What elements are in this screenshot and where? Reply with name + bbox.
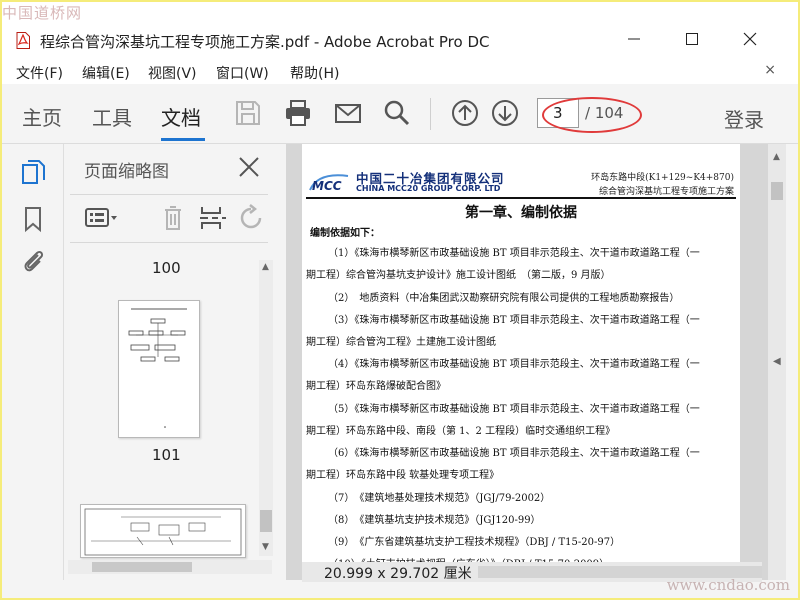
menu-help[interactable]: 帮助(H): [290, 63, 339, 83]
logo-text: MCC: [312, 179, 342, 193]
search-icon[interactable]: [382, 98, 412, 128]
document-line: （1）《珠海市横琴新区市政基础设施 BT 项目非示范段主、次干道市政道路工程（一: [328, 248, 700, 259]
thumbnail-page[interactable]: [80, 504, 246, 558]
prev-page-icon[interactable]: [450, 98, 480, 128]
document-line: 期工程）综合管沟基坑支护设计》施工设计图纸 （第二版，9 月版）: [306, 270, 611, 281]
active-tab-indicator: [161, 138, 205, 141]
document-line: （9） 《广东省建筑基坑支护工程技术规程》（DBJ / T15-20-97）: [328, 537, 621, 548]
document-line: （4）《珠海市横琴新区市政基础设施 BT 项目非示范段主、次干道市政道路工程（一: [328, 359, 700, 370]
tab-document[interactable]: 文档: [161, 102, 201, 131]
document-page: MCC 中国二十冶集团有限公司 CHINA MCC20 GROUP CORP. …: [302, 144, 740, 580]
thumbnail-panel: 页面缩略图 100 101 ▲ ▼: [64, 144, 280, 580]
main-toolbar: 主页 工具 文档 3 / 104 登录: [2, 84, 798, 144]
document-line: （7） 《建筑地基处理技术规范》（JGJ/79-2002）: [328, 493, 551, 504]
scroll-down-arrow[interactable]: ▼: [262, 542, 269, 552]
thumbnail-page[interactable]: [118, 300, 200, 438]
document-line: 期工程）环岛东路爆破配合图》: [306, 381, 446, 392]
pdf-file-icon: [16, 32, 30, 49]
tab-tools[interactable]: 工具: [92, 102, 132, 131]
document-line: （6）《珠海市横琴新区市政基础设施 BT 项目非示范段主、次干道市政道路工程（一: [328, 448, 700, 459]
thumbnail-scrollbar[interactable]: [259, 260, 273, 556]
menu-bar: 文件(F) 编辑(E) 视图(V) 窗口(W) 帮助(H) ×: [2, 58, 798, 84]
doc-scroll-up-arrow[interactable]: ▲: [773, 152, 780, 162]
document-line: 期工程）综合管沟工程》土建施工设计图纸: [306, 337, 496, 348]
delete-page-icon[interactable]: [156, 204, 190, 232]
basis-heading: 编制依据如下：: [310, 228, 380, 239]
thumbnail-options-icon[interactable]: [84, 204, 118, 232]
header-doc-title: 综合管沟深基坑工程专项施工方案: [598, 187, 734, 197]
panel-divider: [70, 194, 268, 195]
document-line: （2） 地质资料（中冶集团武汉勘察研究院有限公司提供的工程地质勘察报告）: [328, 293, 680, 304]
bookmark-icon[interactable]: [18, 204, 48, 234]
menu-file[interactable]: 文件(F): [16, 63, 63, 83]
title-bar: 中国道桥网 程综合管沟深基坑工程专项施工方案.pdf - Adobe Acrob…: [2, 2, 798, 58]
insert-page-icon[interactable]: [196, 204, 230, 232]
scroll-up-arrow[interactable]: ▲: [262, 262, 269, 272]
maximize-button[interactable]: [680, 28, 704, 50]
watermark-bottom: www.cndao.com: [666, 576, 790, 594]
menu-view[interactable]: 视图(V): [148, 63, 197, 83]
close-window-button[interactable]: [738, 28, 762, 50]
left-rail: [2, 144, 64, 580]
login-button[interactable]: 登录: [724, 104, 764, 133]
rotate-page-icon[interactable]: [236, 204, 270, 232]
email-icon[interactable]: [333, 98, 363, 128]
panel-divider: [70, 242, 268, 243]
close-document-button[interactable]: ×: [764, 62, 776, 78]
document-line: 期工程）环岛东路中段、南段（第 1、2 工程段）临时交通组织工程》: [306, 426, 616, 437]
attachment-icon[interactable]: [18, 246, 48, 276]
document-line: （3）《珠海市横琴新区市政基础设施 BT 项目非示范段主、次干道市政道路工程（一: [328, 315, 700, 326]
thumbnail-label: 100: [152, 259, 181, 277]
toolbar-separator: [430, 98, 431, 130]
next-page-icon[interactable]: [490, 98, 520, 128]
document-line: 期工程）环岛东路中段 软基处理专项工程》: [306, 470, 500, 481]
print-icon[interactable]: [283, 98, 313, 128]
page-thumbnails-icon[interactable]: [18, 158, 48, 188]
document-viewport[interactable]: MCC 中国二十冶集团有限公司 CHINA MCC20 GROUP CORP. …: [286, 144, 768, 580]
app-window: 中国道桥网 程综合管沟深基坑工程专项施工方案.pdf - Adobe Acrob…: [2, 2, 798, 598]
document-line: （8） 《建筑基坑支护技术规范》（JGJ120-99）: [328, 515, 541, 526]
menu-window[interactable]: 窗口(W): [216, 63, 269, 83]
chapter-title: 第一章、编制依据: [465, 205, 577, 221]
tab-home[interactable]: 主页: [22, 102, 62, 131]
company-name-en: CHINA MCC20 GROUP CORP. LTD: [356, 184, 501, 193]
panel-title: 页面缩略图: [84, 162, 169, 182]
menu-edit[interactable]: 编辑(E): [82, 63, 130, 83]
highlight-annotation: [542, 97, 642, 133]
page-size-readout: 20.999 x 29.702 厘米: [324, 566, 472, 582]
save-icon[interactable]: [233, 98, 263, 128]
header-rule: [306, 197, 736, 199]
collapse-right-arrow[interactable]: ◀: [773, 356, 781, 367]
thumbnail-label: 101: [152, 446, 181, 464]
header-section: 环岛东路中段(K1+129~K4+870): [591, 173, 734, 183]
minimize-button[interactable]: [622, 28, 646, 50]
close-panel-icon[interactable]: [236, 154, 262, 180]
company-logo: MCC: [308, 170, 350, 194]
thumbnail-horizontal-scrollbar[interactable]: [68, 560, 272, 574]
watermark-top: 中国道桥网: [2, 4, 83, 22]
document-line: （5）《珠海市横琴新区市政基础设施 BT 项目非示范段主、次干道市政道路工程（一: [328, 404, 700, 415]
window-title: 程综合管沟深基坑工程专项施工方案.pdf - Adobe Acrobat Pro…: [40, 33, 490, 51]
